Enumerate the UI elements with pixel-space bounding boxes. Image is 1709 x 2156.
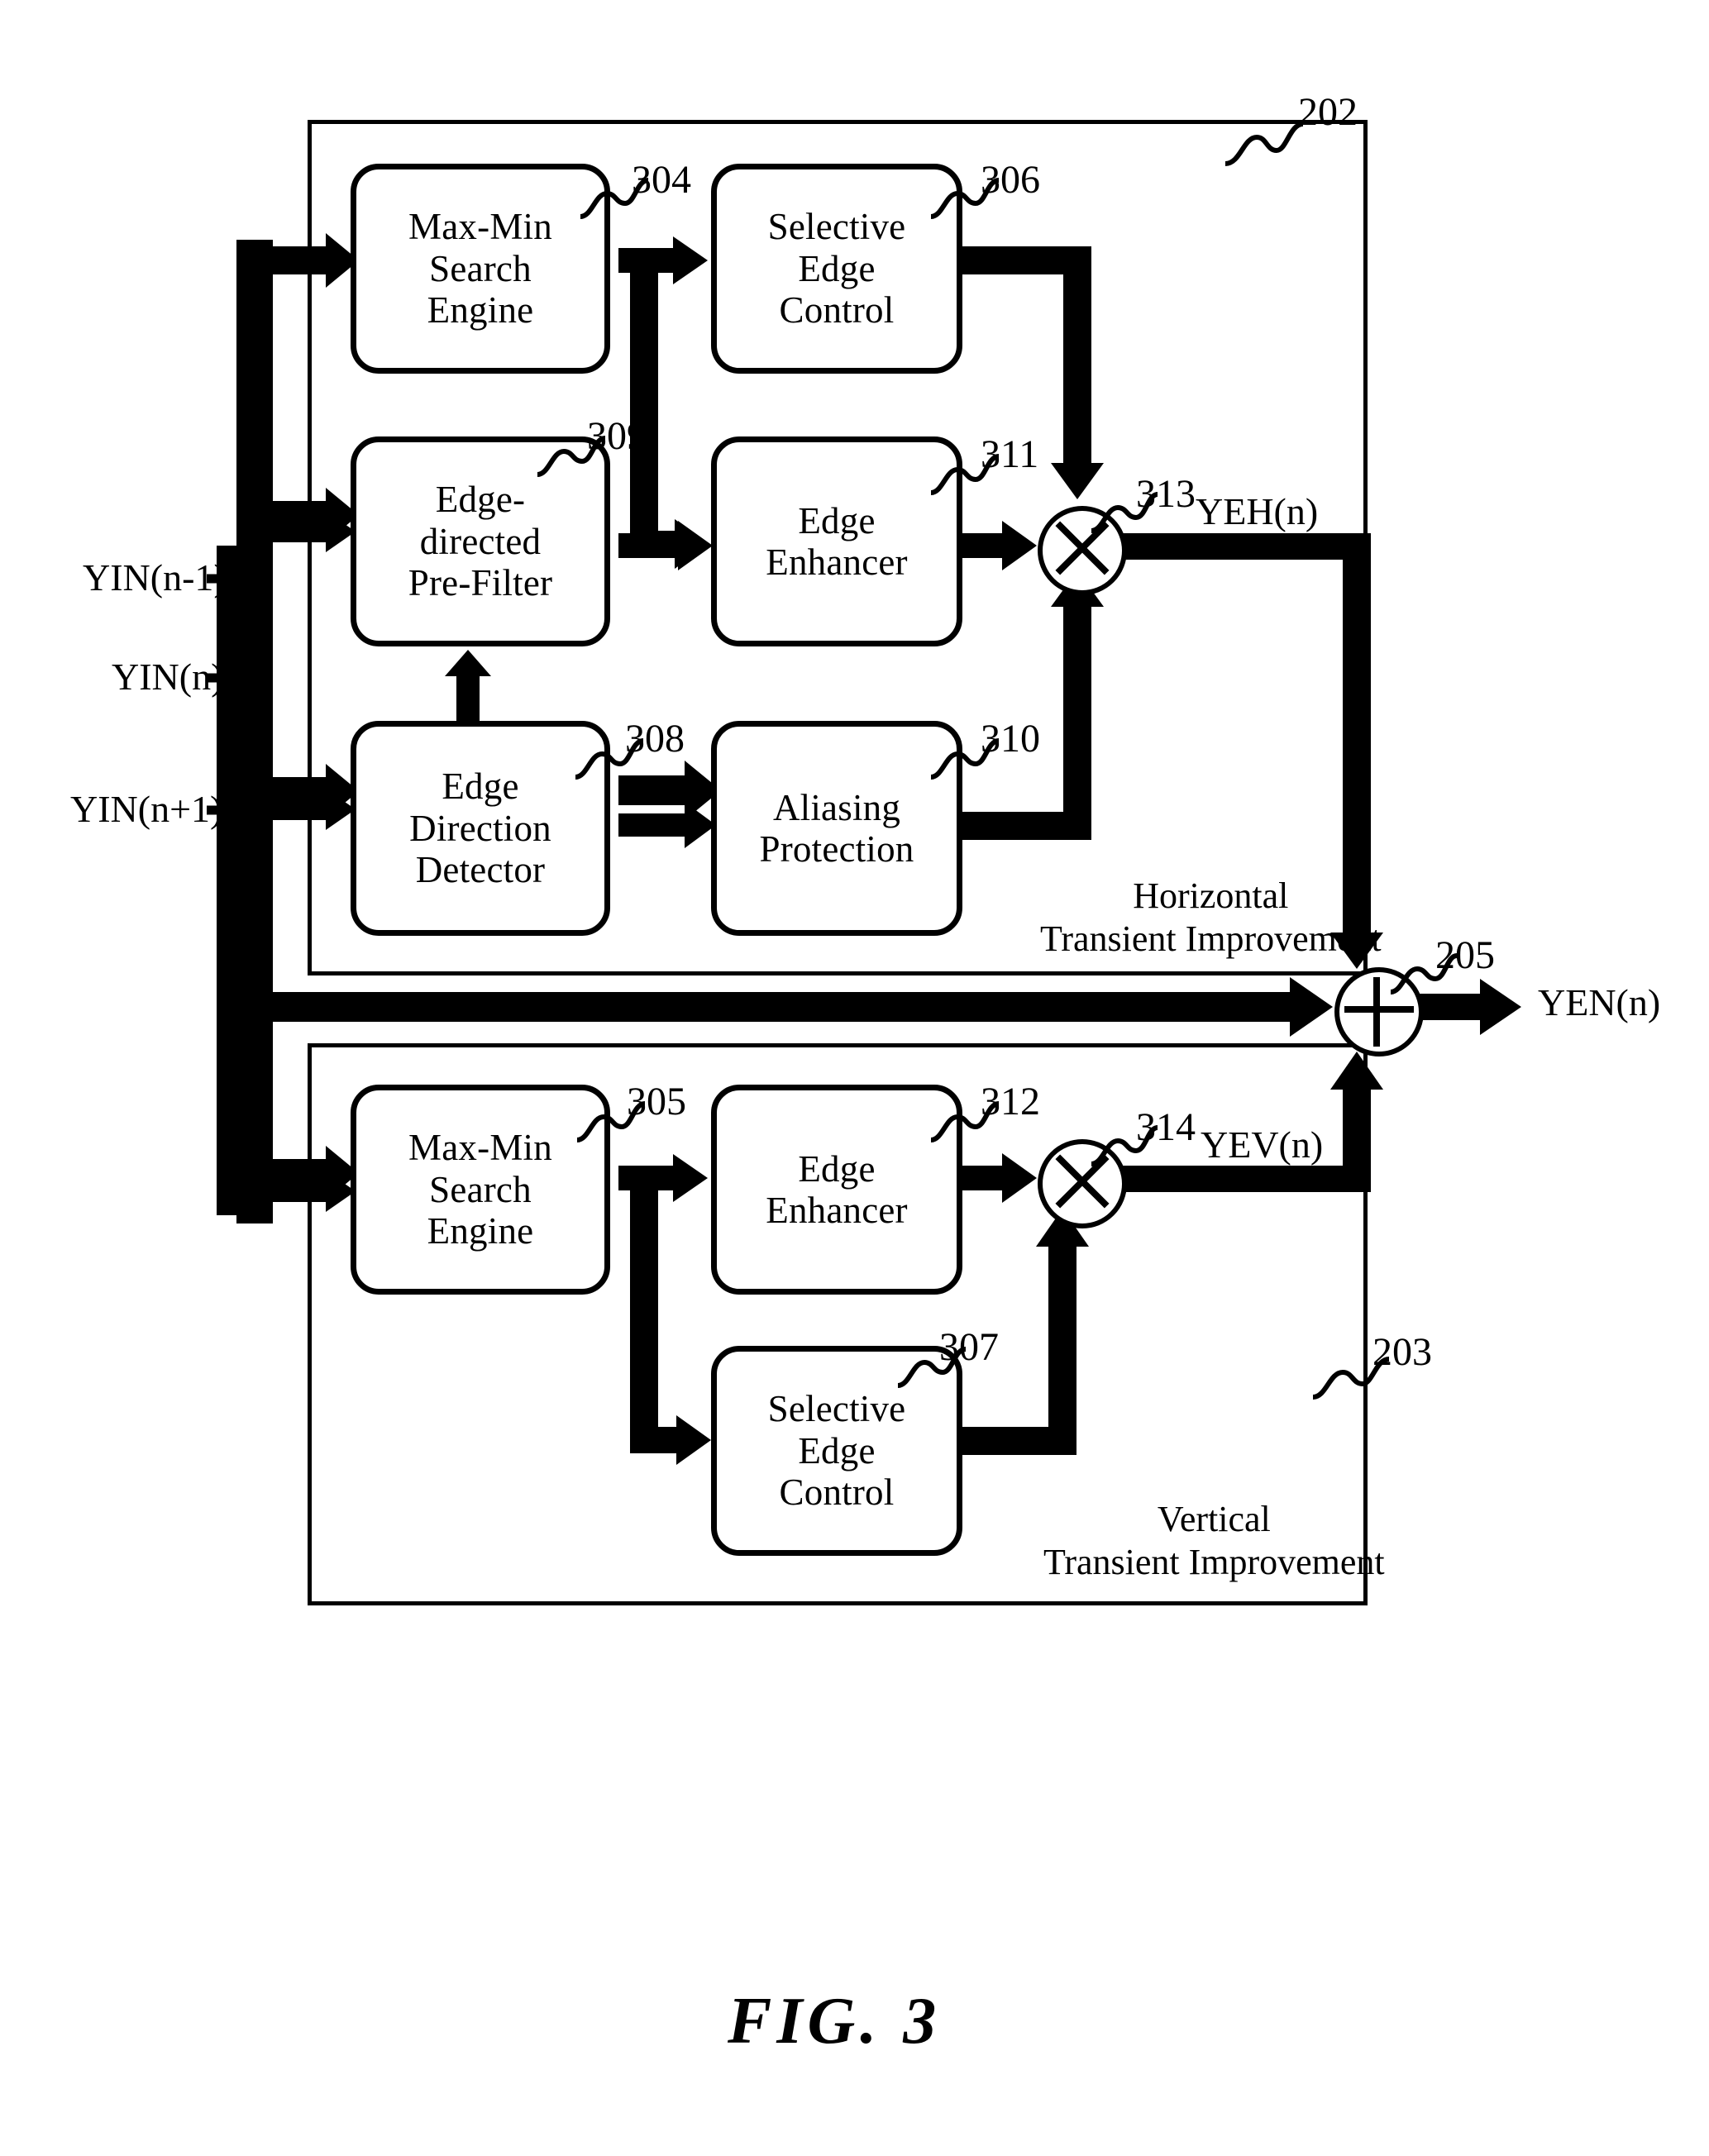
- ref-308: 308: [625, 717, 685, 761]
- block-304-line1: Max-Min: [408, 206, 552, 248]
- block-309-line3: Pre-Filter: [408, 562, 553, 604]
- plus-stroke-v: [1373, 977, 1380, 1047]
- group-title-horizontal: Horizontal Transient Improvement: [1040, 875, 1382, 961]
- block-308-line2: Direction: [409, 807, 551, 849]
- input-label-yin-n-plus-1: YIN(n+1): [70, 788, 223, 830]
- ref-310: 310: [981, 717, 1040, 761]
- ref-305: 305: [627, 1080, 686, 1123]
- group-title-vertical: Vertical Transient Improvement: [1043, 1498, 1385, 1584]
- block-308-line1: Edge: [442, 766, 519, 808]
- block-307-line3: Control: [779, 1472, 895, 1514]
- block-305-line1: Max-Min: [408, 1127, 552, 1169]
- block-305-line2: Search: [429, 1168, 532, 1210]
- ref-306: 306: [981, 158, 1040, 202]
- block-selective-edge-control-306[interactable]: Selective Edge Control: [711, 164, 962, 374]
- block-max-min-search-engine-305[interactable]: Max-Min Search Engine: [351, 1085, 610, 1295]
- block-304-line3: Engine: [427, 289, 534, 332]
- block-307-line1: Selective: [767, 1388, 906, 1430]
- group-title-horizontal-line2: Transient Improvement: [1040, 918, 1382, 959]
- block-edge-enhancer-311[interactable]: Edge Enhancer: [711, 436, 962, 646]
- block-311-line1: Edge: [798, 499, 876, 541]
- ref-309: 309: [587, 414, 647, 458]
- block-307-line2: Edge: [798, 1429, 876, 1472]
- block-306-line1: Selective: [767, 206, 906, 248]
- output-label-yev-n: YEV(n): [1201, 1123, 1324, 1166]
- leader-313: [1091, 492, 1158, 533]
- block-305-line3: Engine: [427, 1210, 534, 1252]
- input-label-yin-n: YIN(n): [112, 656, 224, 698]
- block-aliasing-protection-310[interactable]: Aliasing Protection: [711, 721, 962, 936]
- ref-304: 304: [632, 158, 691, 202]
- block-edge-direction-detector-308[interactable]: Edge Direction Detector: [351, 721, 610, 936]
- block-309-line2: directed: [419, 520, 542, 562]
- block-306-line3: Control: [779, 289, 895, 332]
- ref-312: 312: [981, 1080, 1040, 1123]
- block-304-line2: Search: [429, 247, 532, 289]
- figure-caption: FIG. 3: [728, 1985, 942, 2058]
- block-310-line2: Protection: [759, 828, 914, 870]
- ref-202: 202: [1298, 90, 1358, 134]
- ref-311: 311: [981, 432, 1039, 476]
- group-title-horizontal-line1: Horizontal: [1133, 875, 1289, 916]
- block-310-line1: Aliasing: [772, 786, 901, 828]
- figure-canvas: 202 203 YIN(n-1) YIN(n) YIN(n+1) Max-Min…: [0, 0, 1709, 2156]
- output-label-yen-n: YEN(n): [1538, 981, 1661, 1023]
- input-label-yin-n-minus-1: YIN(n-1): [83, 556, 227, 599]
- block-edge-enhancer-312[interactable]: Edge Enhancer: [711, 1085, 962, 1295]
- block-309-line1: Edge-: [435, 479, 526, 521]
- ref-307: 307: [939, 1325, 999, 1369]
- leader-205: [1390, 953, 1458, 995]
- block-312-line2: Enhancer: [766, 1190, 908, 1231]
- leader-314: [1091, 1125, 1158, 1166]
- block-max-min-search-engine-304[interactable]: Max-Min Search Engine: [351, 164, 610, 374]
- block-312-line1: Edge: [798, 1147, 876, 1190]
- block-306-line2: Edge: [798, 247, 876, 289]
- block-308-line3: Detector: [415, 849, 546, 891]
- group-title-vertical-line2: Transient Improvement: [1043, 1541, 1385, 1582]
- ref-203: 203: [1372, 1330, 1432, 1374]
- group-title-vertical-line1: Vertical: [1157, 1499, 1271, 1539]
- block-311-line2: Enhancer: [766, 541, 908, 583]
- output-label-yeh-n: YEH(n): [1196, 490, 1319, 532]
